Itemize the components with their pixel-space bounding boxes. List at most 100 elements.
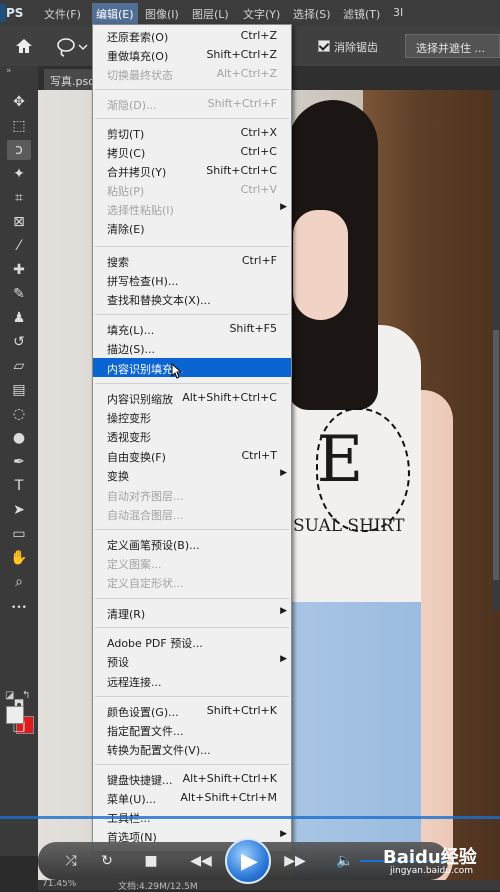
foreground-color-swatch[interactable] xyxy=(6,706,24,724)
edit-menu-item[interactable]: 内容识别填充... xyxy=(93,358,291,377)
lasso-preset-icon[interactable] xyxy=(54,36,88,58)
gradient-tool-icon[interactable]: ▤ xyxy=(7,380,31,400)
edit-menu-item[interactable]: 操控变形 xyxy=(93,407,291,426)
menu-item-label: 重做填充(O) xyxy=(107,50,169,63)
menu-item-label: 透视变形 xyxy=(107,431,151,444)
shape-tool-icon[interactable]: ▭ xyxy=(7,524,31,544)
edit-menu-item[interactable]: 填充(L)... Shift+F5 xyxy=(93,319,291,338)
edit-menu-item[interactable]: 拼写检查(H)... xyxy=(93,270,291,289)
edit-menu-item[interactable]: 拷贝(C) Ctrl+C xyxy=(93,142,291,161)
status-bar: 71.45% 文档:4.29M/12.5M xyxy=(38,879,500,892)
edit-menu-item[interactable]: 搜索 Ctrl+F xyxy=(93,251,291,270)
collapse-icon[interactable]: » xyxy=(6,66,12,76)
menu-file[interactable]: 文件(F) xyxy=(44,6,81,22)
volume-icon[interactable]: 🔈 xyxy=(334,850,356,872)
mores-tool-icon[interactable]: ••• xyxy=(7,598,31,618)
menu-separator xyxy=(95,598,289,599)
submenu-arrow-icon: ▶ xyxy=(280,202,287,212)
edit-menu-item[interactable]: 转换为配置文件(V)... xyxy=(93,739,291,758)
edit-menu-item: 自动对齐图层... xyxy=(93,485,291,504)
edit-menu-item: 渐隐(D)... Shift+Ctrl+F xyxy=(93,94,291,113)
edit-menu-item[interactable]: 清除(E) xyxy=(93,218,291,237)
eyedropper-tool-icon[interactable]: ⁄ xyxy=(7,236,31,256)
edit-menu-item[interactable]: 定义画笔预设(B)... xyxy=(93,534,291,553)
frame-tool-icon[interactable]: ⊠ xyxy=(7,212,31,232)
home-icon[interactable] xyxy=(14,36,38,58)
repeat-icon[interactable]: ↻ xyxy=(96,850,118,872)
edit-menu-item[interactable]: 清理(R) ▶ xyxy=(93,603,291,622)
hand-tool-icon[interactable]: ✋ xyxy=(7,548,31,568)
menu-item-label: 清除(E) xyxy=(107,223,145,236)
pen-tool-icon[interactable]: ✒ xyxy=(7,452,31,472)
dodge-tool-icon[interactable]: ● xyxy=(7,428,31,448)
edit-menu-item[interactable]: 还原套索(O) Ctrl+Z xyxy=(93,26,291,45)
fast-forward-icon[interactable]: ▶▶ xyxy=(280,850,310,872)
menu-edit[interactable]: 编辑(E) xyxy=(92,3,138,26)
select-and-mask-button[interactable]: 选择并遮住 ... xyxy=(405,34,500,58)
play-button[interactable]: ▶ xyxy=(225,838,271,884)
photoshop-logo: PS xyxy=(0,4,24,22)
edit-menu-item[interactable]: 重做填充(O) Shift+Ctrl+Z xyxy=(93,45,291,64)
video-progress[interactable] xyxy=(0,816,500,819)
menu-type[interactable]: 文字(Y) xyxy=(243,6,280,22)
menu-item-shortcut: Shift+Ctrl+Z xyxy=(206,48,277,61)
marquee-tool-icon[interactable]: ⬚ xyxy=(7,116,31,136)
menu-separator xyxy=(95,314,289,315)
stop-icon[interactable]: ■ xyxy=(140,850,162,872)
stamp-tool-icon[interactable]: ♟ xyxy=(7,308,31,328)
edit-menu-item[interactable]: 颜色设置(G)... Shift+Ctrl+K xyxy=(93,701,291,720)
menu-image[interactable]: 图像(I) xyxy=(145,6,179,22)
crop-tool-icon[interactable]: ⌗ xyxy=(7,188,31,208)
menu-item-label: 描边(S)... xyxy=(107,343,156,356)
menu-item-label: 拷贝(C) xyxy=(107,147,146,160)
path-select-tool-icon[interactable]: ➤ xyxy=(7,500,31,520)
menu-item-label: 清理(R) xyxy=(107,608,146,621)
menu-3d[interactable]: 3I xyxy=(393,6,403,19)
menu-item-shortcut: Ctrl+X xyxy=(240,126,277,139)
edit-menu-item[interactable]: 查找和替换文本(X)... xyxy=(93,289,291,308)
eraser-tool-icon[interactable]: ▱ xyxy=(7,356,31,376)
scrollbar-thumb[interactable] xyxy=(493,330,499,580)
edit-menu-item[interactable]: 合并拷贝(Y) Shift+Ctrl+C xyxy=(93,161,291,180)
edit-menu-item[interactable]: 键盘快捷键... Alt+Shift+Ctrl+K xyxy=(93,769,291,788)
edit-menu-item[interactable]: Adobe PDF 预设... xyxy=(93,632,291,651)
edit-menu-item: 切换最终状态 Alt+Ctrl+Z xyxy=(93,64,291,83)
checkbox-icon[interactable] xyxy=(318,40,330,52)
edit-menu-item[interactable]: 透视变形 xyxy=(93,426,291,445)
zoom-tool-icon[interactable]: ⌕ xyxy=(7,572,31,592)
menu-filter[interactable]: 滤镜(T) xyxy=(343,6,380,22)
type-tool-icon[interactable]: T xyxy=(7,476,31,496)
edit-menu-item[interactable]: 自由变换(F) Ctrl+T xyxy=(93,446,291,465)
menu-item-label: 拼写检查(H)... xyxy=(107,275,179,288)
magic-wand-tool-icon[interactable]: ✦ xyxy=(7,164,31,184)
menu-separator xyxy=(95,118,289,119)
menu-item-shortcut: Ctrl+T xyxy=(241,449,277,462)
history-brush-tool-icon[interactable]: ↺ xyxy=(7,332,31,352)
menu-item-shortcut: Shift+F5 xyxy=(229,322,277,335)
blur-tool-icon[interactable]: ◌ xyxy=(7,404,31,424)
baidu-url: jingyan.baidu.com xyxy=(390,866,474,876)
rewind-icon[interactable]: ◀◀ xyxy=(186,850,216,872)
menu-item-label: 定义图案... xyxy=(107,558,162,571)
play-icon: ▶ xyxy=(241,849,258,874)
move-tool-icon[interactable]: ✥ xyxy=(7,92,31,112)
edit-menu-item[interactable]: 预设 ▶ xyxy=(93,651,291,670)
menu-item-label: 指定配置文件... xyxy=(107,725,184,738)
healing-tool-icon[interactable]: ✚ xyxy=(7,260,31,280)
brush-tool-icon[interactable]: ✎ xyxy=(7,284,31,304)
shuffle-icon[interactable]: ⤮ xyxy=(60,850,82,872)
edit-menu-dropdown: 还原套索(O) Ctrl+Z 重做填充(O) Shift+Ctrl+Z 切换最终状态 Al… xyxy=(92,24,292,852)
edit-menu-item[interactable]: 描边(S)... xyxy=(93,338,291,357)
edit-menu-item[interactable]: 变换 ▶ xyxy=(93,465,291,484)
edit-menu-item[interactable]: 指定配置文件... xyxy=(93,720,291,739)
edit-menu-item[interactable]: 远程连接... xyxy=(93,671,291,690)
lasso-tool-icon[interactable]: ↄ xyxy=(7,140,31,160)
edit-menu-item: 粘贴(P) Ctrl+V xyxy=(93,180,291,199)
menu-layer[interactable]: 图层(L) xyxy=(192,6,229,22)
edit-menu-item[interactable]: 内容识别缩放 Alt+Shift+Ctrl+C xyxy=(93,388,291,407)
edit-menu-item[interactable]: 剪切(T) Ctrl+X xyxy=(93,123,291,142)
menu-item-label: 渐隐(D)... xyxy=(107,99,157,112)
menu-select[interactable]: 选择(S) xyxy=(293,6,331,22)
menu-item-label: 远程连接... xyxy=(107,676,162,689)
edit-menu-item[interactable]: 菜单(U)... Alt+Shift+Ctrl+M xyxy=(93,788,291,807)
